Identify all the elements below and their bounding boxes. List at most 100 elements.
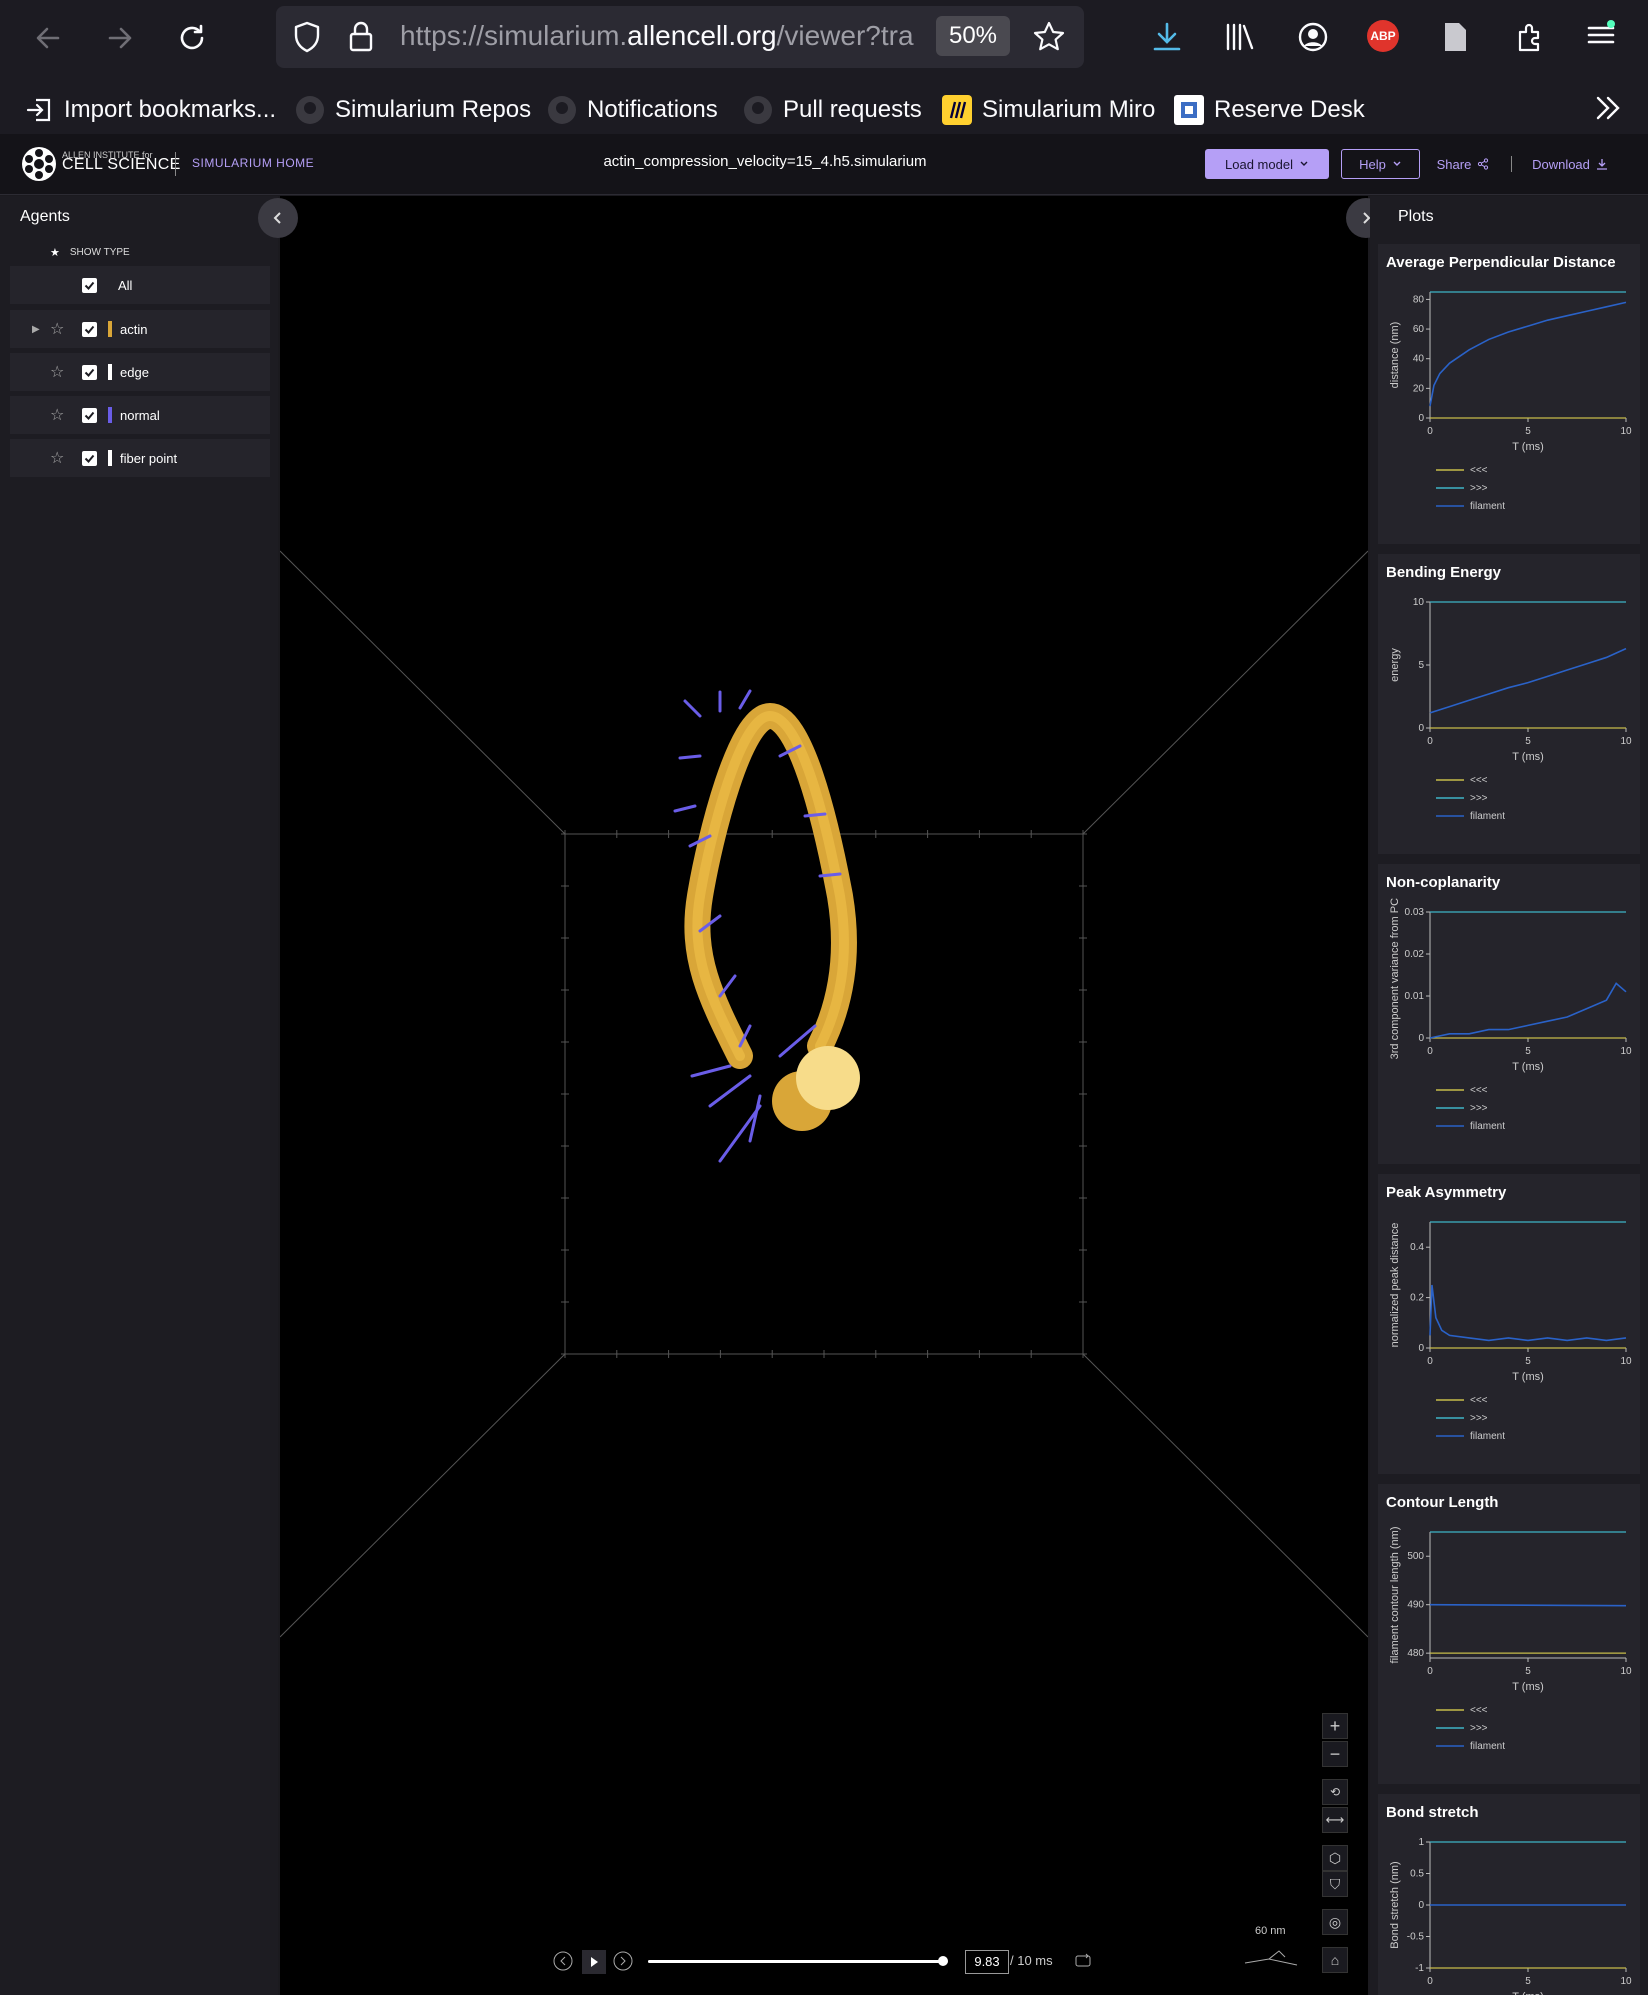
play-button[interactable] [582,1950,606,1974]
y-tick-label: 0.4 [1410,1242,1424,1253]
pan-mode-button[interactable]: ⟷ [1322,1807,1348,1833]
rotate-mode-button[interactable]: ⟲ [1322,1779,1348,1805]
extensions-icon[interactable] [1512,20,1546,54]
plot-title: Peak Asymmetry [1386,1184,1507,1201]
y-tick-label: 480 [1407,1648,1424,1659]
rotate-icon: ⟲ [1329,1785,1341,1799]
star-outline-icon[interactable]: ☆ [50,319,64,339]
agent-row-edge[interactable]: ☆ edge [10,353,270,391]
plot-card-bending-energy[interactable]: Bending Energy 0 5 10 0 5 10 T (ms) energy <<< >>>… [1378,554,1640,854]
plot-card-non-coplanarity[interactable]: Non-coplanarity 0 0.01 0.02 0.03 0 5 10 T (ms) 3r… [1378,864,1640,1164]
x-axis-label: T (ms) [1512,1991,1544,1995]
agent-row-actin[interactable]: ▶ ☆ actin [10,310,270,348]
focus-button[interactable]: ◎ [1322,1909,1348,1935]
download-arrow-icon[interactable] [1150,20,1184,54]
back-button[interactable] [26,16,70,60]
agent-row-normal[interactable]: ☆ normal [10,396,270,434]
show-type-header: ★ SHOW TYPE [50,246,130,259]
institute-logo-text[interactable]: ALLEN INSTITUTE for CELL SCIENCE [62,150,181,173]
perspective-camera-button[interactable]: ⬡ [1322,1845,1348,1871]
agent-label: All [118,277,133,293]
plus-icon: + [1329,1715,1341,1736]
3d-viewport[interactable] [258,196,1386,1995]
y-tick-label: 0.02 [1405,949,1425,960]
checkbox-checked-icon[interactable] [82,364,97,380]
shield-icon[interactable] [290,20,324,54]
checkbox-checked-icon[interactable] [82,277,97,293]
bookmark-import[interactable]: Import bookmarks... [24,92,276,128]
hamburger-menu-icon[interactable] [1584,18,1618,52]
plot-card-bond-stretch[interactable]: Bond stretch-1-0.500.510510T (ms)Bond st… [1378,1794,1640,1995]
chevron-double-right-icon[interactable] [1592,92,1624,124]
time-slider-thumb[interactable] [937,1956,948,1966]
plot-chart[interactable]: 0 5 10 0 5 10 T (ms) energy <<< >>> filament [1378,588,1640,850]
bookmark-notifications[interactable]: Notifications [547,92,718,128]
star-outline-icon[interactable]: ☆ [50,448,64,468]
header-divider [175,152,176,176]
bookmark-simularium-miro[interactable]: Simularium Miro [942,92,1155,128]
step-forward-button[interactable] [612,1950,636,1974]
plot-card-peak-asymmetry[interactable]: Peak Asymmetry 0 0.2 0.4 0 5 10 T (ms) normalize… [1378,1174,1640,1474]
library-icon[interactable] [1222,20,1256,54]
step-back-button[interactable] [552,1950,576,1974]
url-text[interactable]: https://simularium.allencell.org/viewer?… [400,20,920,52]
x-tick-label: 0 [1427,1046,1433,1057]
time-slider[interactable] [648,1956,948,1966]
reload-button[interactable] [170,16,214,60]
zoom-level-badge[interactable]: 50% [936,16,1010,56]
document-icon[interactable] [1440,20,1470,54]
plot-chart[interactable]: -1-0.500.510510T (ms)Bond stretch (nm)<<… [1378,1828,1640,1995]
current-time-input[interactable]: 9.83 [965,1950,1009,1974]
orthographic-camera-button[interactable]: ⛉ [1322,1871,1348,1897]
url-host: allencell.org [627,20,777,51]
loop-button[interactable] [1072,1950,1096,1974]
actin-filament [684,702,857,1069]
checkbox-checked-icon[interactable] [82,407,97,423]
plot-card-average-perpendicular-distance[interactable]: Average Perpendicular Distance 0 20 40 60 80 0… [1378,244,1640,544]
checkbox-checked-icon[interactable] [82,450,97,466]
plot-card-contour-length[interactable]: Contour Length 480 490 500 0 5 10 T (ms) filamen… [1378,1484,1640,1784]
y-tick-label: 10 [1413,597,1425,608]
chevron-left-icon [273,212,281,224]
reset-camera-button[interactable]: ⌂ [1322,1947,1348,1973]
bookmark-pull-requests[interactable]: Pull requests [743,92,922,128]
zoom-in-button[interactable]: + [1322,1713,1348,1739]
x-tick-label: 5 [1525,1666,1531,1677]
caret-right-icon[interactable]: ▶ [32,324,40,335]
bookmark-simularium-repos[interactable]: Simularium Repos [295,92,531,128]
share-button[interactable]: Share [1430,149,1496,179]
plot-chart[interactable]: 480 490 500 0 5 10 T (ms) filament contour leng… [1378,1518,1640,1780]
bookmark-reserve-desk[interactable]: Reserve Desk [1174,92,1365,128]
forward-button[interactable] [98,16,142,60]
account-icon[interactable] [1296,20,1330,54]
cube-icon: ⬡ [1328,1849,1342,1866]
lock-icon[interactable] [346,20,376,54]
y-tick-label: -0.5 [1407,1932,1425,1943]
x-tick-label: 0 [1427,736,1433,747]
checkbox-checked-icon[interactable] [82,321,97,337]
download-button[interactable]: Download [1520,149,1620,179]
simularium-home-link[interactable]: SIMULARIUM HOME [192,156,314,170]
star-outline-icon[interactable]: ☆ [50,405,64,425]
x-tick-label: 0 [1427,426,1433,437]
plot-chart[interactable]: 0 0.01 0.02 0.03 0 5 10 T (ms) 3rd component var… [1378,898,1640,1160]
x-tick-label: 10 [1620,736,1632,747]
agent-row-fiber-point[interactable]: ☆ fiber point [10,439,270,477]
load-model-button[interactable]: Load model [1205,149,1329,179]
adblock-icon[interactable]: ABP [1367,20,1399,52]
x-tick-label: 5 [1525,1356,1531,1367]
bookmark-star-icon[interactable] [1032,20,1066,54]
zoom-out-button[interactable]: − [1322,1741,1348,1767]
y-tick-label: 0 [1418,1033,1424,1044]
load-model-label: Load model [1225,156,1293,172]
help-button[interactable]: Help [1341,149,1420,179]
allen-institute-logo-icon[interactable] [20,145,58,183]
plot-chart[interactable]: 0 20 40 60 80 0 5 10 T (ms) distance (nm) <<< >>> fi… [1378,278,1640,540]
legend-label: <<< [1470,775,1488,786]
plot-chart[interactable]: 0 0.2 0.4 0 5 10 T (ms) normalized peak distanc… [1378,1208,1640,1470]
star-outline-icon[interactable]: ☆ [50,362,64,382]
agent-row-all[interactable]: All [10,266,270,304]
url-bar[interactable]: https://simularium.allencell.org/viewer?… [276,6,1084,68]
collapse-left-panel-button[interactable] [258,198,298,238]
star-filled-icon: ★ [50,247,60,259]
